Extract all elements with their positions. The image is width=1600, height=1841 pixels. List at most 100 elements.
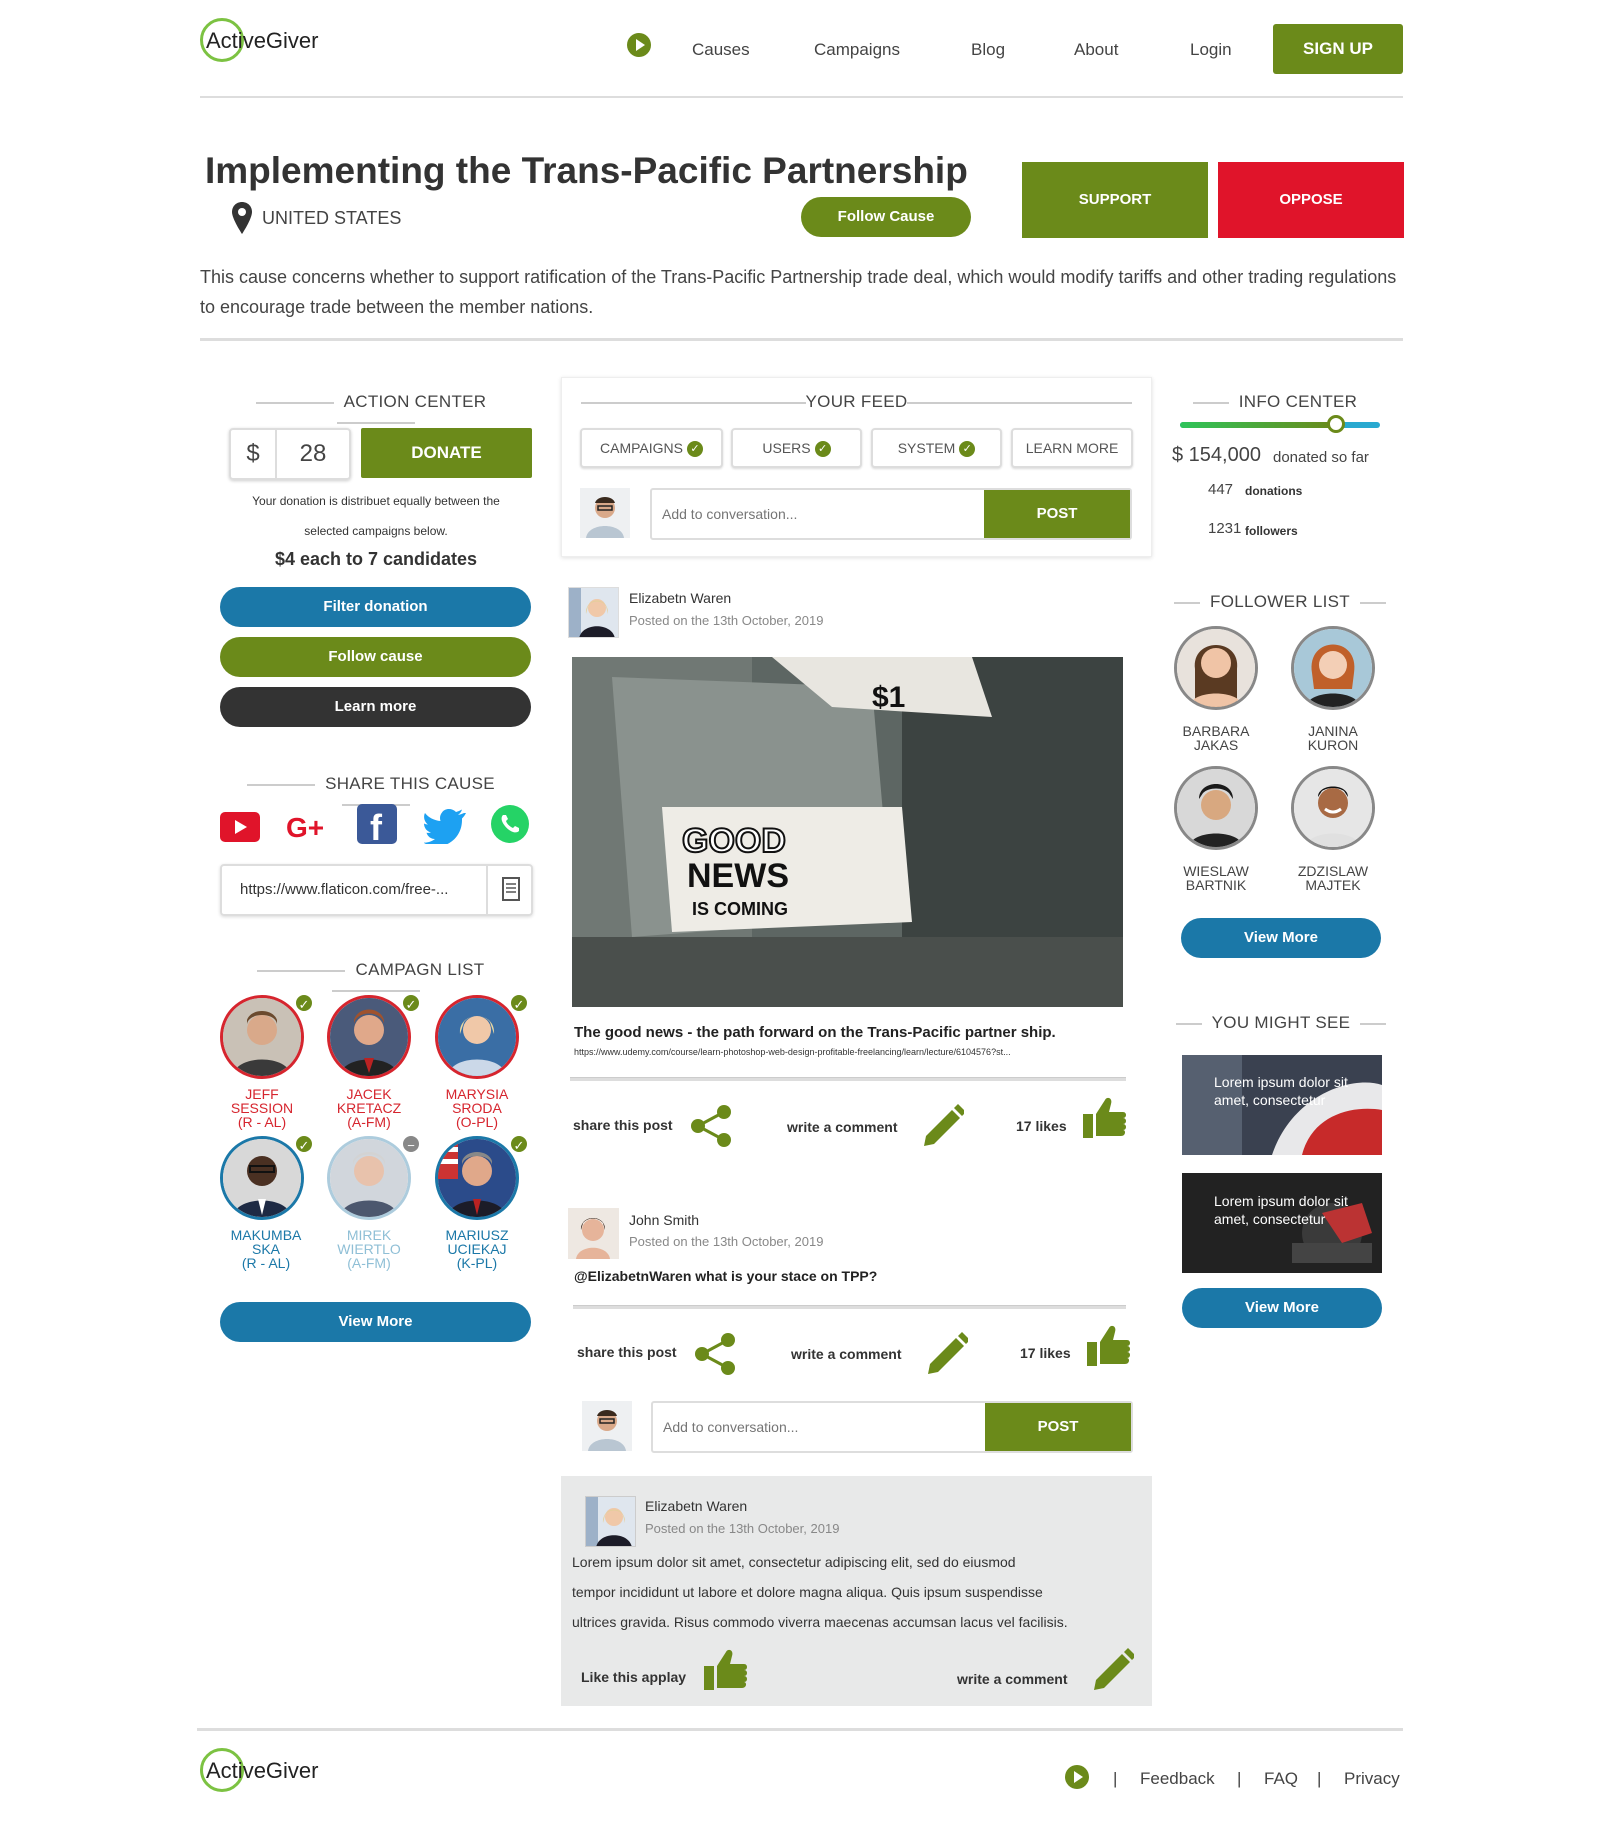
thumbs-up-icon[interactable] <box>1087 1324 1131 1373</box>
post-divider <box>570 1077 1126 1081</box>
whatsapp-icon[interactable] <box>490 804 530 849</box>
tab-campaigns[interactable]: CAMPAIGNS ✓ <box>580 428 723 468</box>
filter-donation-button[interactable]: Filter donation <box>220 587 531 627</box>
amount-value[interactable]: 28 <box>277 430 349 478</box>
nav-about[interactable]: About <box>1074 40 1118 60</box>
footer-link-faq[interactable]: FAQ <box>1264 1769 1298 1789</box>
google-plus-icon[interactable]: G+ <box>286 812 324 844</box>
selected-check-icon: ✓ <box>294 993 314 1013</box>
oppose-button[interactable]: OPPOSE <box>1218 162 1404 238</box>
reply-date: Posted on the 13th October, 2019 <box>645 1521 840 1536</box>
feed-title: YOUR FEED <box>580 392 1133 412</box>
signup-button[interactable]: SIGN UP <box>1273 24 1403 74</box>
post-button[interactable]: POST <box>985 1403 1131 1451</box>
campaign-view-more-button[interactable]: View More <box>220 1302 531 1342</box>
pencil-icon[interactable] <box>926 1332 970 1381</box>
post-author-name[interactable]: Elizabetn Waren <box>629 590 731 606</box>
candidate-last-name: SKA <box>251 1241 280 1257</box>
share-post-label[interactable]: share this post <box>573 1117 673 1133</box>
follower-avatar <box>1291 626 1375 710</box>
follower-card[interactable]: BARBARA JAKAS <box>1166 626 1286 756</box>
svg-text:IS COMING: IS COMING <box>692 899 788 919</box>
support-button[interactable]: SUPPORT <box>1022 162 1208 238</box>
follower-view-more-button[interactable]: View More <box>1181 918 1381 958</box>
footer-separator: | <box>1113 1769 1118 1788</box>
donation-progress-knob[interactable] <box>1327 415 1345 433</box>
tab-learn-more[interactable]: LEARN MORE <box>1011 428 1133 468</box>
might-see-view-more-button[interactable]: View More <box>1182 1288 1382 1328</box>
footer-link-privacy[interactable]: Privacy <box>1344 1769 1400 1789</box>
like-reply-label[interactable]: Like this applay <box>581 1669 686 1685</box>
candidate-avatar <box>435 995 519 1079</box>
copy-icon[interactable] <box>486 866 531 914</box>
reply-author-name[interactable]: Elizabetn Waren <box>645 1498 747 1514</box>
follow-cause-button[interactable]: Follow Cause <box>801 197 971 237</box>
follower-card[interactable]: JANINA KURON <box>1283 626 1403 756</box>
pencil-icon[interactable] <box>1092 1648 1136 1697</box>
write-comment-label[interactable]: write a comment <box>787 1119 897 1135</box>
candidate-card[interactable]: ✓ JACEK KRETACZ (A-FM) <box>325 993 435 1133</box>
share-url-field[interactable]: https://www.flaticon.com/free-... <box>220 864 533 916</box>
post-divider <box>573 1305 1126 1309</box>
logo-text-suffix: veGiver <box>242 1758 319 1783</box>
nav-blog[interactable]: Blog <box>971 40 1005 60</box>
tab-users[interactable]: USERS ✓ <box>731 428 862 468</box>
nav-campaigns[interactable]: Campaigns <box>814 40 900 60</box>
candidate-card[interactable]: ✓ MARIUSZ UCIEKAJ (K-PL) <box>433 1134 543 1274</box>
follower-list-title: FOLLOWER LIST <box>1172 592 1388 612</box>
candidate-card[interactable]: ✓ MAKUMBA SKA (R - AL) <box>218 1134 328 1274</box>
share-icon[interactable] <box>690 1104 732 1153</box>
thumbs-up-icon[interactable] <box>1083 1096 1127 1145</box>
likes-count: 17 likes <box>1020 1345 1071 1361</box>
tab-system[interactable]: SYSTEM ✓ <box>871 428 1002 468</box>
user-avatar <box>580 488 630 538</box>
conversation-input[interactable] <box>653 1403 985 1451</box>
logo-text-prefix: Act <box>206 1758 238 1783</box>
nav-login[interactable]: Login <box>1190 40 1232 60</box>
candidate-card[interactable]: ✓ MARYSIA SRODA (O-PL) <box>433 993 543 1133</box>
post-link[interactable]: https://www.udemy.com/course/learn-photo… <box>574 1047 1124 1057</box>
footer-play-icon[interactable] <box>1065 1765 1089 1789</box>
footer-separator: | <box>1237 1769 1242 1788</box>
write-comment-label[interactable]: write a comment <box>957 1671 1067 1687</box>
facebook-icon[interactable]: f <box>357 804 397 849</box>
footer-link-feedback[interactable]: Feedback <box>1140 1769 1215 1789</box>
check-icon: ✓ <box>959 441 976 458</box>
candidate-avatar <box>327 1136 411 1220</box>
candidate-first-name: JEFF <box>245 1086 279 1102</box>
write-comment-label[interactable]: write a comment <box>791 1346 901 1362</box>
post-date: Posted on the 13th October, 2019 <box>629 613 824 628</box>
svg-text:GOOD: GOOD <box>682 822 786 860</box>
cause-description: This cause concerns whether to support r… <box>200 267 1397 317</box>
conversation-input[interactable] <box>652 490 984 538</box>
removed-minus-icon[interactable]: − <box>401 1134 421 1154</box>
amount-field[interactable]: $ 28 <box>229 428 351 480</box>
suggestion-card[interactable]: Lorem ipsum dolor sit amet, consectetur <box>1182 1055 1382 1155</box>
share-post-label[interactable]: share this post <box>577 1344 677 1360</box>
follower-card[interactable]: WIESLAW BARTNIK <box>1166 766 1286 896</box>
play-icon[interactable] <box>627 33 651 57</box>
follow-cause-side-button[interactable]: Follow cause <box>220 637 531 677</box>
donated-label: donated so far <box>1273 449 1369 466</box>
share-icon[interactable] <box>694 1332 736 1381</box>
thumbs-up-icon[interactable] <box>704 1648 748 1697</box>
nav-causes[interactable]: Causes <box>692 40 750 60</box>
svg-text:f: f <box>370 807 383 844</box>
youtube-icon[interactable] <box>220 812 260 847</box>
suggestion-card[interactable]: Lorem ipsum dolor sit amet, consectetur <box>1182 1173 1382 1273</box>
footer-logo[interactable]: ActiveGiver <box>200 1748 330 1794</box>
donated-amount: $ 154,000 <box>1172 444 1261 466</box>
twitter-icon[interactable] <box>423 808 466 849</box>
donate-button[interactable]: DONATE <box>361 428 532 478</box>
post-headline[interactable]: The good news - the path forward on the … <box>574 1024 1056 1041</box>
learn-more-button[interactable]: Learn more <box>220 687 531 727</box>
logo[interactable]: ActiveGiver <box>200 18 330 64</box>
follower-first-name: WIESLAW <box>1183 863 1249 879</box>
candidate-card[interactable]: − MIREK WIERTLO (A-FM) <box>325 1134 435 1274</box>
candidate-card[interactable]: ✓ JEFF SESSION (R - AL) <box>218 993 328 1133</box>
candidate-party: (K-PL) <box>456 1255 498 1271</box>
follower-card[interactable]: ZDZISLAW MAJTEK <box>1283 766 1403 896</box>
post-button[interactable]: POST <box>984 490 1130 538</box>
post-author-name[interactable]: John Smith <box>629 1212 699 1228</box>
pencil-icon[interactable] <box>922 1104 966 1153</box>
